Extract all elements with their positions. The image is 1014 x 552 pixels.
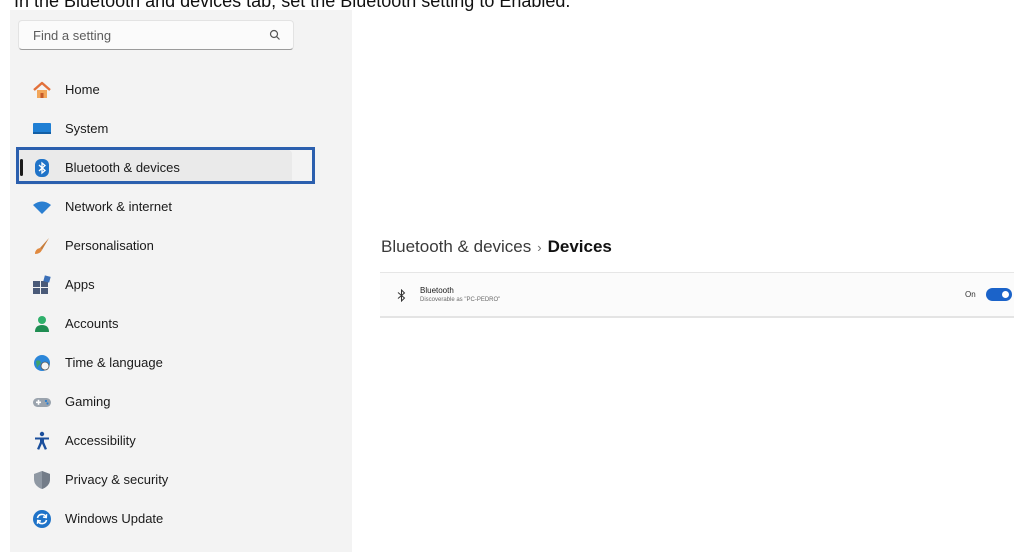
- sidebar-item-label: System: [65, 121, 109, 136]
- search-input[interactable]: [19, 21, 253, 49]
- sidebar-item-home[interactable]: Home: [10, 70, 352, 109]
- sidebar-item-personalisation[interactable]: Personalisation: [10, 226, 352, 265]
- breadcrumb: Bluetooth & devices › Devices: [381, 237, 612, 257]
- wifi-icon: [33, 201, 51, 214]
- page-title: Devices: [547, 237, 612, 256]
- sidebar-item-label: Gaming: [65, 394, 111, 409]
- accessibility-icon: [35, 431, 49, 450]
- brush-icon: [35, 238, 49, 254]
- sidebar-item-label: Accounts: [65, 316, 119, 331]
- sidebar-item-label: Accessibility: [65, 433, 136, 448]
- toggle-knob: [1002, 291, 1009, 298]
- bluetooth-setting-card: Bluetooth Discoverable as "PC-PEDRO" On: [380, 272, 1014, 318]
- update-icon: [33, 510, 51, 528]
- sidebar-item-time-language[interactable]: Time & language: [10, 343, 352, 382]
- sidebar-item-label: Network & internet: [65, 199, 172, 214]
- sidebar-item-label: Privacy & security: [65, 472, 169, 487]
- sidebar-item-network-internet[interactable]: Network & internet: [10, 187, 352, 226]
- sidebar-item-label: Time & language: [65, 355, 163, 370]
- sidebar-nav: Home System Bluetooth & devices Network …: [10, 70, 352, 538]
- sidebar-item-privacy-security[interactable]: Privacy & security: [10, 460, 352, 499]
- sidebar-item-accounts[interactable]: Accounts: [10, 304, 352, 343]
- system-icon: [33, 123, 51, 134]
- gamepad-icon: [33, 398, 51, 407]
- settings-sidebar: Home System Bluetooth & devices Network …: [10, 10, 352, 552]
- highlight-box: [16, 147, 315, 184]
- bluetooth-icon: [397, 289, 406, 302]
- bluetooth-setting-subtitle: Discoverable as "PC-PEDRO": [420, 297, 501, 303]
- sidebar-item-label: Home: [65, 82, 100, 97]
- globe-clock-icon: [34, 355, 50, 371]
- sidebar-item-accessibility[interactable]: Accessibility: [10, 421, 352, 460]
- sidebar-item-system[interactable]: System: [10, 109, 352, 148]
- apps-icon: [33, 275, 51, 294]
- home-icon: [33, 81, 51, 98]
- search-box[interactable]: [18, 20, 294, 50]
- breadcrumb-parent[interactable]: Bluetooth & devices: [381, 237, 531, 256]
- sidebar-item-label: Windows Update: [65, 511, 164, 526]
- breadcrumb-separator: ›: [537, 240, 542, 255]
- bluetooth-toggle[interactable]: [986, 288, 1012, 301]
- toggle-state-label: On: [965, 290, 976, 299]
- sidebar-item-label: Apps: [65, 277, 95, 292]
- sidebar-item-label: Personalisation: [65, 238, 154, 253]
- bluetooth-setting-title: Bluetooth: [420, 286, 454, 295]
- account-icon: [35, 316, 49, 332]
- search-icon[interactable]: [269, 29, 281, 41]
- shield-icon: [34, 471, 50, 489]
- sidebar-item-gaming[interactable]: Gaming: [10, 382, 352, 421]
- sidebar-item-windows-update[interactable]: Windows Update: [10, 499, 352, 538]
- sidebar-item-apps[interactable]: Apps: [10, 265, 352, 304]
